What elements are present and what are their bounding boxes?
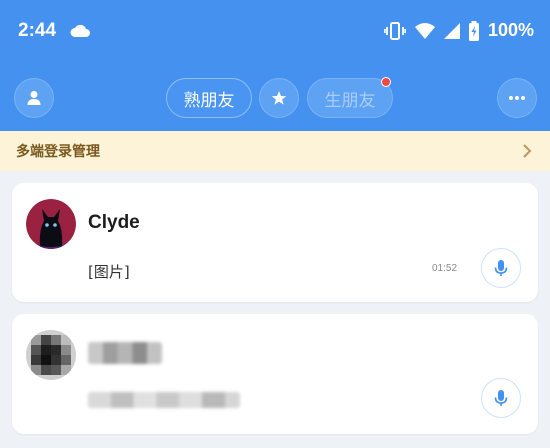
message-time: 01:52 xyxy=(432,263,458,274)
wifi-icon xyxy=(414,22,435,39)
nav-bar: 熟朋友 生朋友 xyxy=(0,64,550,131)
system-icons: 100% xyxy=(383,20,534,41)
chevron-right-icon xyxy=(523,144,532,158)
contact-name xyxy=(88,342,162,364)
multi-device-banner[interactable]: 多端登录管理 xyxy=(0,131,550,171)
microphone-icon xyxy=(494,390,508,406)
avatar xyxy=(26,330,76,380)
status-bar: 2:44 100% xyxy=(0,0,550,64)
voice-button[interactable] xyxy=(481,378,521,418)
signal-icon xyxy=(443,22,460,39)
starred-button[interactable] xyxy=(259,78,299,118)
header: 2:44 100% 熟朋友 生朋友 xyxy=(0,0,550,131)
star-icon xyxy=(271,91,287,105)
vibrate-icon xyxy=(383,21,406,40)
status-time: 2:44 xyxy=(18,20,57,41)
tab-close-friends[interactable]: 熟朋友 xyxy=(166,78,252,118)
contact-name: Clyde xyxy=(88,212,140,233)
more-icon xyxy=(509,96,525,100)
conversation-card[interactable] xyxy=(12,314,538,434)
profile-button[interactable] xyxy=(14,78,54,118)
tab-strangers[interactable]: 生朋友 xyxy=(307,78,393,118)
avatar xyxy=(26,199,76,249)
banner-text: 多端登录管理 xyxy=(16,144,100,160)
last-message xyxy=(88,392,240,408)
person-icon xyxy=(27,91,41,105)
conversation-card[interactable]: Clyde [图片] 01:52 xyxy=(12,183,538,302)
cloud-icon xyxy=(70,24,90,37)
microphone-icon xyxy=(494,260,508,276)
more-button[interactable] xyxy=(497,78,537,118)
last-message: [图片] xyxy=(88,263,130,281)
voice-button[interactable] xyxy=(481,248,521,288)
unread-dot xyxy=(381,77,391,87)
battery-percentage: 100% xyxy=(487,20,534,40)
battery-icon xyxy=(468,20,479,41)
